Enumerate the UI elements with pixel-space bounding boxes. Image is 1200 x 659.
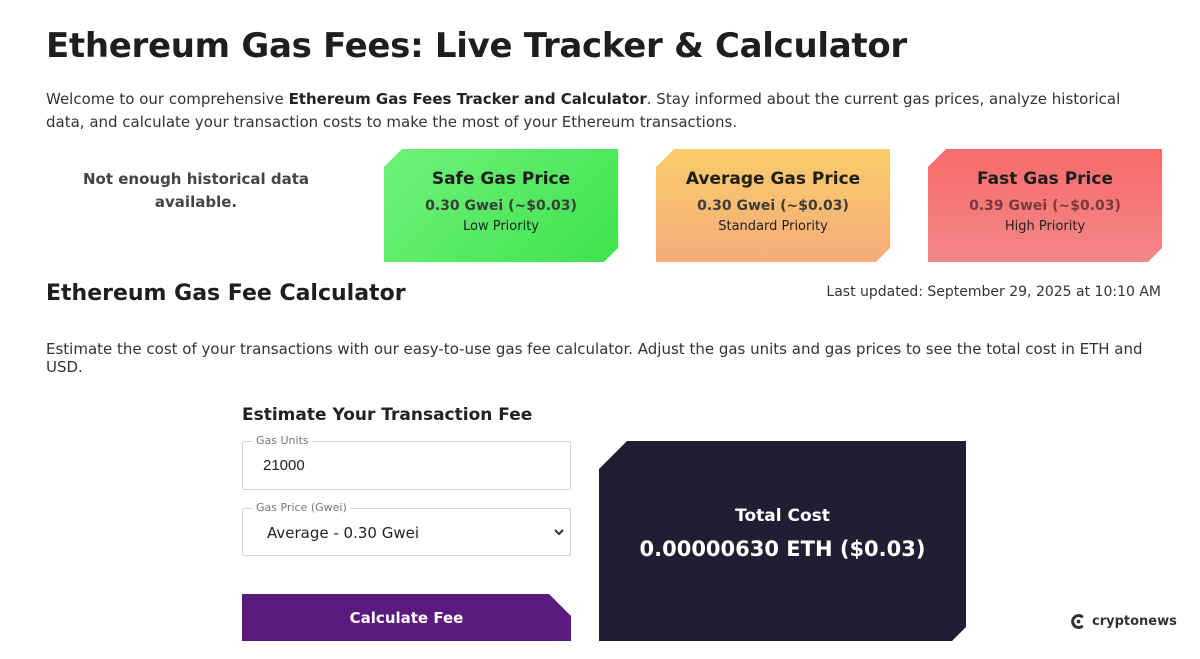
intro-paragraph: Welcome to our comprehensive Ethereum Ga…: [46, 88, 1156, 134]
intro-text-bold: Ethereum Gas Fees Tracker and Calculator: [288, 90, 647, 108]
average-gas-card: Average Gas Price 0.30 Gwei (~$0.03) Sta…: [656, 149, 890, 262]
gas-price-label: Gas Price (Gwei): [253, 501, 350, 514]
last-updated-timestamp: Last updated: September 29, 2025 at 10:1…: [826, 284, 1161, 300]
form-title: Estimate Your Transaction Fee: [242, 405, 533, 425]
total-cost-label: Total Cost: [735, 506, 830, 526]
fast-gas-title: Fast Gas Price: [977, 169, 1113, 189]
gas-units-field[interactable]: Gas Units: [242, 434, 571, 490]
fast-gas-card: Fast Gas Price 0.39 Gwei (~$0.03) High P…: [928, 149, 1162, 262]
average-gas-price: 0.30 Gwei (~$0.03): [697, 198, 849, 214]
brand-watermark: cryptonews: [1070, 611, 1177, 631]
safe-gas-card: Safe Gas Price 0.30 Gwei (~$0.03) Low Pr…: [384, 149, 618, 262]
calculator-heading: Ethereum Gas Fee Calculator: [46, 281, 406, 306]
gas-price-selected-value: Average - 0.30 Gwei: [267, 524, 419, 542]
history-notice: Not enough historical data available.: [82, 170, 310, 211]
cryptonews-logo-icon: [1071, 613, 1084, 629]
safe-gas-price: 0.30 Gwei (~$0.03): [425, 198, 577, 214]
average-gas-title: Average Gas Price: [685, 169, 861, 189]
gas-price-select[interactable]: Gas Price (Gwei) Average - 0.30 Gwei: [242, 501, 571, 556]
fast-gas-price: 0.39 Gwei (~$0.03): [969, 198, 1121, 214]
brand-name: cryptonews: [1092, 613, 1177, 629]
gas-units-input[interactable]: [263, 457, 543, 474]
page-title: Ethereum Gas Fees: Live Tracker & Calcul…: [46, 26, 907, 66]
intro-text-start: Welcome to our comprehensive: [46, 90, 289, 108]
total-cost-value: 0.00000630 ETH ($0.03): [639, 537, 926, 561]
gas-units-label: Gas Units: [253, 434, 312, 447]
calculate-fee-button[interactable]: Calculate Fee: [242, 594, 571, 641]
safe-gas-priority: Low Priority: [462, 219, 539, 234]
total-cost-panel: Total Cost 0.00000630 ETH ($0.03): [599, 441, 966, 641]
safe-gas-title: Safe Gas Price: [431, 169, 571, 189]
calculator-description: Estimate the cost of your transactions w…: [46, 340, 1143, 376]
average-gas-priority: Standard Priority: [718, 219, 828, 234]
fast-gas-priority: High Priority: [1004, 219, 1086, 234]
chevron-down-icon: [554, 529, 564, 536]
